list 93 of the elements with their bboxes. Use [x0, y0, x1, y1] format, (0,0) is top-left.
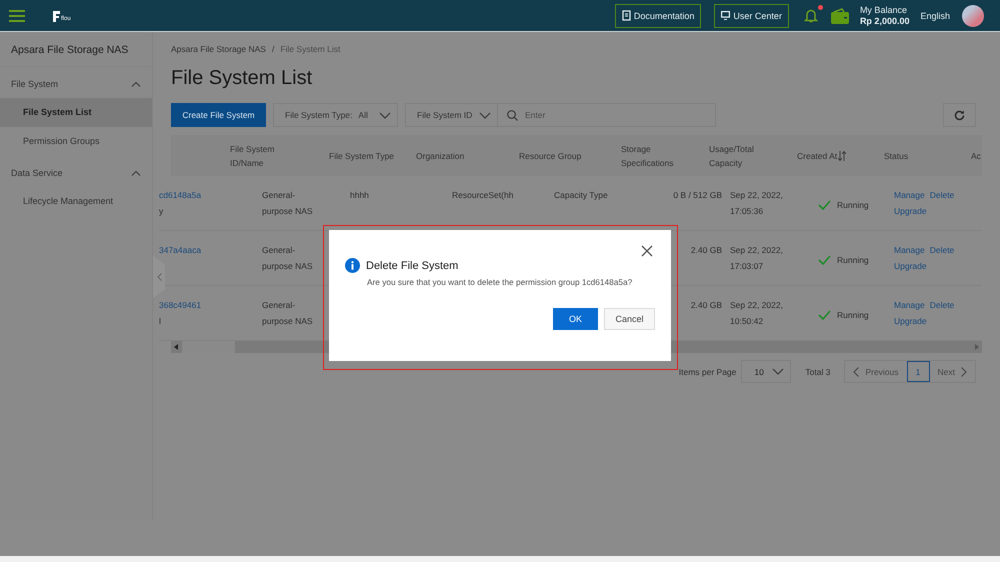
column-header: Resource Group	[519, 150, 582, 162]
caret-icon	[479, 112, 491, 118]
table-cell-text: l	[159, 315, 162, 328]
balance-label: My Balance	[860, 4, 908, 16]
breadcrumb-separator: /	[272, 44, 274, 56]
page-size-select[interactable]: 10	[741, 360, 792, 383]
sidebar-item[interactable]: File System List	[0, 98, 152, 127]
create-button[interactable]: Create File System	[171, 103, 266, 127]
file-system-link[interactable]: 347a4aaca	[159, 242, 202, 258]
chevron-left-icon	[853, 366, 860, 376]
table-cell-text: Sep 22, 2022, 17:05:36	[730, 189, 784, 218]
user-center-button[interactable]: User Center	[714, 4, 789, 28]
search-icon	[507, 110, 518, 121]
table-cell-text: 2.40 GB	[690, 299, 722, 312]
caret-icon	[772, 368, 784, 375]
column-header: Storage Specifications	[621, 142, 674, 170]
action-link[interactable]: Manage	[894, 187, 925, 203]
check-icon	[818, 310, 831, 320]
action-link[interactable]: Delete	[930, 242, 954, 258]
column-header[interactable]: Created At	[797, 148, 838, 162]
avatar[interactable]	[962, 4, 984, 26]
status-text: Running	[837, 309, 869, 322]
menu-icon[interactable]	[9, 10, 25, 22]
page-button[interactable]: 1	[906, 361, 930, 382]
refresh-button[interactable]	[943, 103, 976, 127]
column-header: File System ID/Name	[230, 142, 276, 170]
action-link[interactable]: Upgrade	[894, 203, 927, 219]
table-cell-text: hhhh	[350, 189, 370, 202]
wallet-icon[interactable]	[830, 8, 849, 24]
language-selector[interactable]: English	[920, 10, 950, 20]
column-header: Usage/Total Capacity	[709, 142, 755, 170]
status-text: Running	[837, 199, 869, 212]
items-per-page-label: Items per Page	[678, 366, 736, 376]
field-select[interactable]: File System ID	[405, 103, 498, 127]
total-count: Total 3	[805, 366, 830, 376]
type-select[interactable]: File System Type: All	[273, 103, 398, 127]
table-cell-text: General-purpose NAS	[262, 189, 314, 218]
action-link[interactable]: Manage	[894, 242, 925, 258]
sidebar-item[interactable]: Permission Groups	[0, 127, 152, 156]
close-icon[interactable]	[641, 245, 653, 257]
cancel-button[interactable]: Cancel	[604, 308, 655, 330]
column-header: Ac	[971, 150, 981, 162]
logo-icon	[52, 10, 61, 22]
select-label: File System Type:	[285, 110, 352, 120]
column-header: File System Type	[329, 150, 394, 162]
monitor-icon	[721, 11, 730, 20]
table-cell-text: Sep 22, 2022, 17:03:07	[730, 244, 784, 273]
page-title: File System List	[171, 67, 314, 91]
select-value: 10	[754, 366, 764, 376]
table-cell-text: General-purpose NAS	[262, 244, 314, 273]
file-system-link[interactable]: 368c49461	[159, 297, 202, 313]
sidebar-title: Apsara File Storage NAS	[0, 32, 152, 67]
info-icon	[345, 258, 360, 273]
scroll-left-icon[interactable]	[174, 344, 178, 350]
check-icon	[818, 200, 831, 210]
action-link[interactable]: Upgrade	[894, 258, 927, 274]
file-system-link[interactable]: cd6148a5a	[159, 187, 202, 203]
table-cell-text: Capacity Type	[554, 189, 609, 202]
table-cell-text: Sep 22, 2022, 10:50:42	[730, 299, 784, 328]
action-link[interactable]: Manage	[894, 297, 925, 313]
dialog-title: Delete File System	[366, 260, 458, 272]
group-label: File System	[11, 78, 58, 88]
action-link[interactable]: Delete	[930, 297, 954, 313]
refresh-icon	[954, 110, 965, 120]
ok-button[interactable]: OK	[553, 308, 598, 330]
table-cell-text: 2.40 GB	[690, 244, 722, 257]
balance-value: Rp 2,000.00	[860, 16, 910, 26]
dialog-message: Are you sure that you want to delete the permission group 1cd6148a5a?	[367, 277, 632, 287]
breadcrumb-link[interactable]: Apsara File Storage NAS	[171, 44, 266, 58]
chevron-right-icon	[961, 366, 967, 376]
sidebar-group[interactable]: Data Service	[0, 158, 152, 187]
search-field[interactable]: Enter	[498, 103, 716, 127]
table-cell-text: 0 B / 512 GB	[673, 189, 722, 202]
documentation-button[interactable]: Documentation	[614, 4, 702, 28]
table-cell-text: General-purpose NAS	[262, 299, 314, 328]
column-header: Status	[884, 150, 908, 162]
action-link[interactable]: Delete	[930, 187, 954, 203]
sidebar-item[interactable]: Lifecycle Management	[0, 187, 152, 216]
table-cell-text: ResourceSet(hh	[452, 189, 514, 202]
book-icon	[622, 10, 631, 21]
status-text: Running	[837, 254, 869, 267]
bell-icon[interactable]	[804, 8, 818, 23]
select-value: All	[358, 110, 369, 120]
sort-icon[interactable]	[838, 150, 846, 160]
table-cell-text: y	[159, 205, 164, 218]
caret-icon	[379, 112, 391, 118]
chevron-left-icon	[156, 273, 162, 281]
column-header: Organization	[416, 150, 464, 162]
select-value: File System ID	[417, 110, 473, 120]
action-link[interactable]: Upgrade	[894, 313, 927, 329]
check-icon	[818, 255, 831, 265]
group-label: Data Service	[11, 168, 63, 178]
sidebar-group[interactable]: File System	[0, 69, 152, 98]
